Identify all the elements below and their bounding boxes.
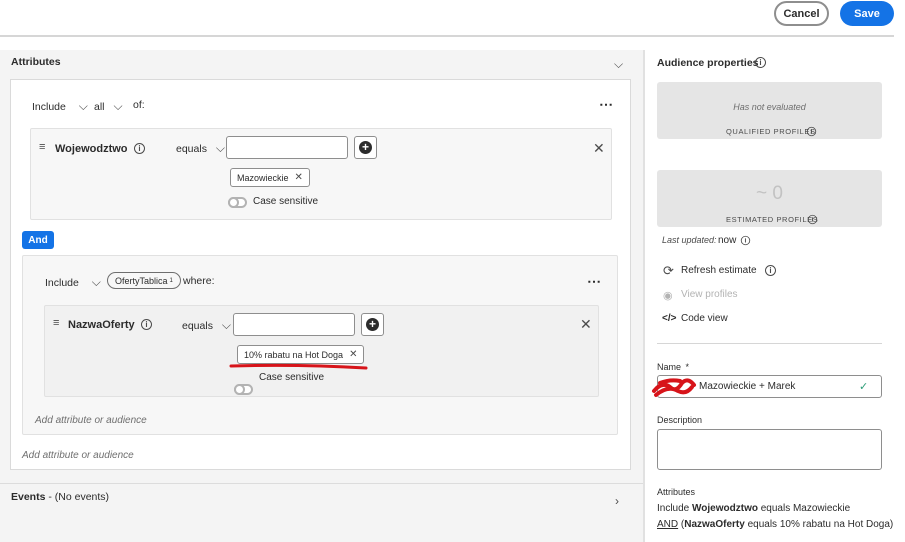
eye-icon: ◉ [663,290,673,302]
of-label: of: [133,99,145,111]
summary-line-2: AND (NazwaOferty equals 10% rabatu na Ho… [657,519,893,530]
summary-line-1: Include Wojewodztwo equals Mazowieckie [657,503,850,514]
operator-dropdown[interactable]: equals ⌵ [182,318,231,333]
qualified-status: Has not evaluated [733,102,806,112]
estimated-profiles-caption: ESTIMATED PROFILES [726,215,819,224]
summary-attr: NazwaOferty [684,519,745,530]
summary-and: AND [657,519,679,530]
valid-check-icon: ✓ [859,381,869,393]
plus-icon: + [359,141,372,154]
audience-badge[interactable]: OfertyTablica 1 [107,272,181,289]
drag-handle-icon[interactable]: ≡ [39,141,45,153]
add-value-button[interactable]: + [361,313,384,336]
events-section-header[interactable]: Events - (No events) [11,491,109,503]
and-operator-button[interactable]: And [22,231,54,249]
required-marker: * [685,362,690,372]
summary-text: equals 10% rabatu na Hot Doga) [744,519,894,530]
rule-attribute-name: Wojewodztwo [55,143,128,155]
value-tag-label: Mazowieckie [237,172,289,183]
name-field-value: Mazowieckie + Marek [699,381,796,392]
remove-rule-close-icon[interactable]: ✕ [580,316,592,333]
chevron-down-icon: ⌵ [221,318,231,332]
chevron-down-icon: ⌵ [113,99,123,113]
code-icon: </> [662,313,677,324]
value-tag: Mazowieckie ✕ [230,168,310,187]
rule-attribute-name: NazwaOferty [68,319,135,331]
quantifier-dropdown[interactable]: all ⌵ [94,99,123,114]
attributes-title: Attributes [11,56,61,68]
drag-handle-icon[interactable]: ≡ [53,317,59,329]
summary-text: equals Mazowieckie [757,503,851,514]
include-dropdown[interactable]: Include ⌵ [32,99,88,114]
audience-badge-label: OfertyTablica [115,275,168,286]
chevron-down-icon: ⌵ [78,99,88,113]
red-underline-annotation [229,363,368,370]
where-label: where: [183,275,215,287]
name-label-text: Name [657,362,682,372]
summary-text: Include [657,503,693,514]
operator-label: equals [182,320,213,332]
refresh-estimate-button[interactable]: Refresh estimate [681,265,757,276]
chevron-right-icon[interactable]: › [615,494,619,508]
value-input[interactable] [233,313,355,336]
info-icon[interactable]: i [141,319,152,330]
events-title: Events [11,491,46,503]
more-options-icon[interactable]: ⋯ [599,96,614,113]
save-button[interactable]: Save [840,1,894,26]
description-label: Description [657,415,703,425]
cancel-button[interactable]: Cancel [774,1,829,26]
chevron-down-icon: ⌵ [91,275,101,289]
case-sensitive-toggle[interactable] [228,197,247,208]
name-label: Name * [657,362,689,372]
view-profiles-button[interactable]: View profiles [681,289,738,300]
last-updated-label: Last updated: [662,235,717,245]
info-icon[interactable]: i [765,265,776,276]
info-icon[interactable]: i [806,126,817,137]
collapse-attributes-chevron-icon[interactable]: ⌵ [614,57,623,72]
audience-properties-title: Audience properties [657,57,759,69]
case-sensitive-toggle[interactable] [234,384,253,395]
properties-divider [657,343,882,344]
add-value-button[interactable]: + [354,136,377,159]
remove-tag-close-icon[interactable]: ✕ [349,349,357,360]
info-icon[interactable]: i [740,235,751,246]
add-attribute-link[interactable]: Add attribute or audience [35,415,147,426]
estimated-value: ~ 0 [756,183,783,204]
add-attribute-link[interactable]: Add attribute or audience [22,450,134,461]
qualified-profiles-caption: QUALIFIED PROFILES [726,127,816,136]
include-label: Include [45,277,79,289]
info-icon[interactable]: i [807,214,818,225]
redaction-scribble [652,378,696,397]
attributes-summary-label: Attributes [657,487,696,497]
plus-icon: + [366,318,379,331]
case-sensitive-label: Case sensitive [259,372,325,383]
code-view-button[interactable]: Code view [681,313,728,324]
header-divider [0,35,894,37]
value-tag-label: 10% rabatu na Hot Doga [244,349,344,360]
last-updated-value: now [718,235,737,246]
events-subtitle: - (No events) [45,491,110,503]
events-divider [0,483,643,484]
include-dropdown[interactable]: Include ⌵ [45,275,101,290]
chevron-down-icon: ⌵ [215,141,225,155]
case-sensitive-label: Case sensitive [253,196,319,207]
quantifier-label: all [94,101,105,113]
description-field[interactable] [657,429,882,470]
include-label: Include [32,101,66,113]
remove-rule-close-icon[interactable]: ✕ [593,140,605,157]
operator-label: equals [176,143,207,155]
info-icon[interactable]: i [134,143,145,154]
remove-tag-close-icon[interactable]: ✕ [295,172,303,183]
operator-dropdown[interactable]: equals ⌵ [176,141,225,156]
more-options-icon[interactable]: ⋯ [587,273,602,290]
audience-badge-count: 1 [169,277,173,284]
panel-divider [643,50,645,542]
summary-attr: Wojewodztwo [692,503,758,514]
info-icon[interactable]: i [755,57,766,68]
refresh-icon: ⟳ [663,263,674,278]
value-input[interactable] [226,136,348,159]
